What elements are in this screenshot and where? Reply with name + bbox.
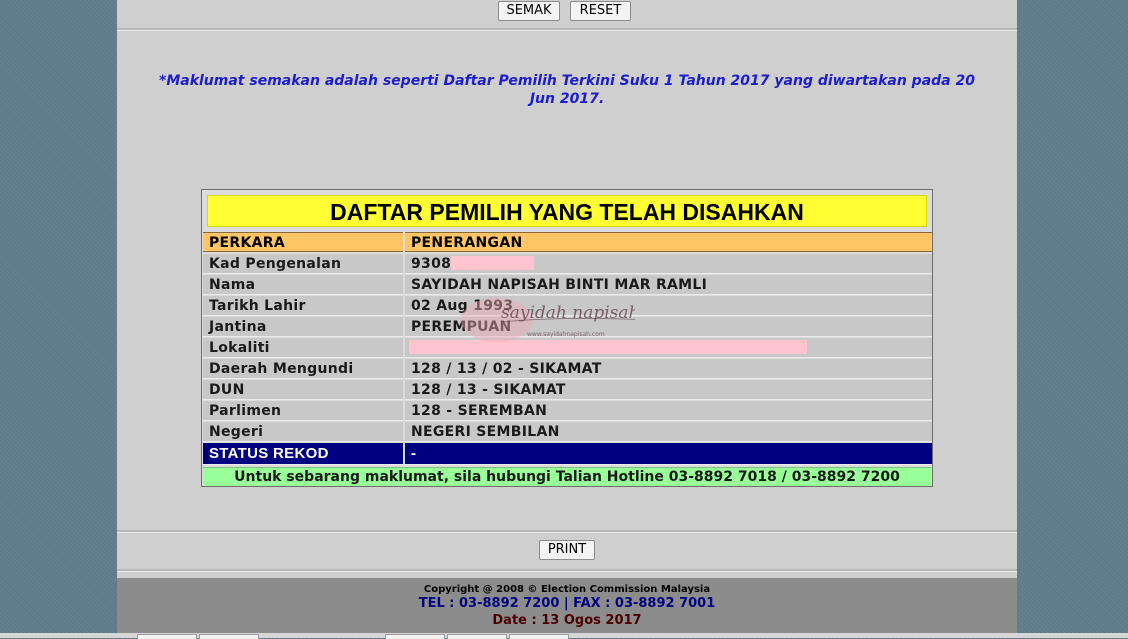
row-value: PEREMPUAN bbox=[405, 317, 932, 337]
divider-footer bbox=[117, 569, 1017, 572]
column-header-perkara: PERKARA bbox=[203, 232, 403, 252]
table-row-status-rekod: STATUS REKOD - bbox=[203, 443, 932, 465]
row-label: Tarikh Lahir bbox=[203, 296, 403, 316]
row-label: Nama bbox=[203, 275, 403, 295]
voter-result-table: DAFTAR PEMILIH YANG TELAH DISAHKAN PERKA… bbox=[201, 189, 933, 487]
column-header-penerangan: PENERANGAN bbox=[405, 232, 932, 252]
row-value: SAYIDAH NAPISAH BINTI MAR RAMLI bbox=[405, 275, 932, 295]
status-value: - bbox=[405, 443, 932, 465]
row-value: 9308 bbox=[411, 256, 452, 272]
row-label: Jantina bbox=[203, 317, 403, 337]
table-title: DAFTAR PEMILIH YANG TELAH DISAHKAN bbox=[207, 195, 927, 227]
row-label: DUN bbox=[203, 380, 403, 400]
row-value-cell: 9308 bbox=[405, 254, 932, 274]
footer-copyright: Copyright @ 2008 © Election Commission M… bbox=[423, 584, 711, 595]
taskbar-tab[interactable] bbox=[199, 634, 259, 639]
row-label: Parlimen bbox=[203, 401, 403, 421]
table-row-parlimen: Parlimen 128 - SEREMBAN bbox=[203, 401, 932, 421]
hotline-text: Untuk sebarang maklumat, sila hubungi Ta… bbox=[203, 467, 931, 486]
taskbar-tab[interactable] bbox=[137, 634, 197, 639]
row-value: 128 / 13 / 02 - SIKAMAT bbox=[405, 359, 932, 379]
table-row-negeri: Negeri NEGERI SEMBILAN bbox=[203, 422, 932, 442]
table-header-row: PERKARA PENERANGAN bbox=[203, 232, 932, 252]
print-button[interactable]: PRINT bbox=[539, 540, 595, 560]
table-row-daerah-mengundi: Daerah Mengundi 128 / 13 / 02 - SIKAMAT bbox=[203, 359, 932, 379]
footer-date: Date : 13 Ogos 2017 bbox=[492, 613, 642, 628]
redaction-mark bbox=[409, 340, 807, 354]
row-label: Lokaliti bbox=[203, 338, 403, 358]
row-label: Negeri bbox=[203, 422, 403, 442]
table-row-lokaliti: Lokaliti bbox=[203, 338, 932, 358]
table-row-nama: Nama SAYIDAH NAPISAH BINTI MAR RAMLI bbox=[203, 275, 932, 295]
table-row-jantina: Jantina PEREMPUAN bbox=[203, 317, 932, 337]
redaction-mark bbox=[451, 256, 535, 270]
taskbar-tab[interactable] bbox=[509, 634, 569, 639]
row-label: Kad Pengenalan bbox=[203, 254, 403, 274]
footer-contact: TEL : 03-8892 7200 | FAX : 03-8892 7001 bbox=[418, 596, 716, 611]
footer: Copyright @ 2008 © Election Commission M… bbox=[117, 578, 1017, 638]
table-row-kad-pengenalan: Kad Pengenalan 9308 bbox=[203, 254, 932, 274]
divider-bottom bbox=[117, 530, 1017, 533]
reset-button[interactable]: RESET bbox=[570, 1, 631, 21]
taskbar-strip bbox=[0, 633, 1128, 639]
row-value: NEGERI SEMBILAN bbox=[405, 422, 932, 442]
taskbar-tab[interactable] bbox=[447, 634, 507, 639]
row-value: 128 - SEREMBAN bbox=[405, 401, 932, 421]
row-value-cell bbox=[405, 338, 932, 358]
taskbar-tab[interactable] bbox=[385, 634, 445, 639]
status-label: STATUS REKOD bbox=[203, 443, 403, 465]
row-value: 02 Aug 1993 bbox=[405, 296, 932, 316]
table-row-dun: DUN 128 / 13 - SIKAMAT bbox=[203, 380, 932, 400]
row-label: Daerah Mengundi bbox=[203, 359, 403, 379]
main-panel: SEMAK RESET *Maklumat semakan adalah sep… bbox=[117, 0, 1017, 638]
notice-text: *Maklumat semakan adalah seperti Daftar … bbox=[159, 73, 975, 107]
table-row-tarikh-lahir: Tarikh Lahir 02 Aug 1993 bbox=[203, 296, 932, 316]
semak-button[interactable]: SEMAK bbox=[498, 1, 560, 21]
divider-top bbox=[117, 28, 1017, 31]
row-value: 128 / 13 - SIKAMAT bbox=[405, 380, 932, 400]
